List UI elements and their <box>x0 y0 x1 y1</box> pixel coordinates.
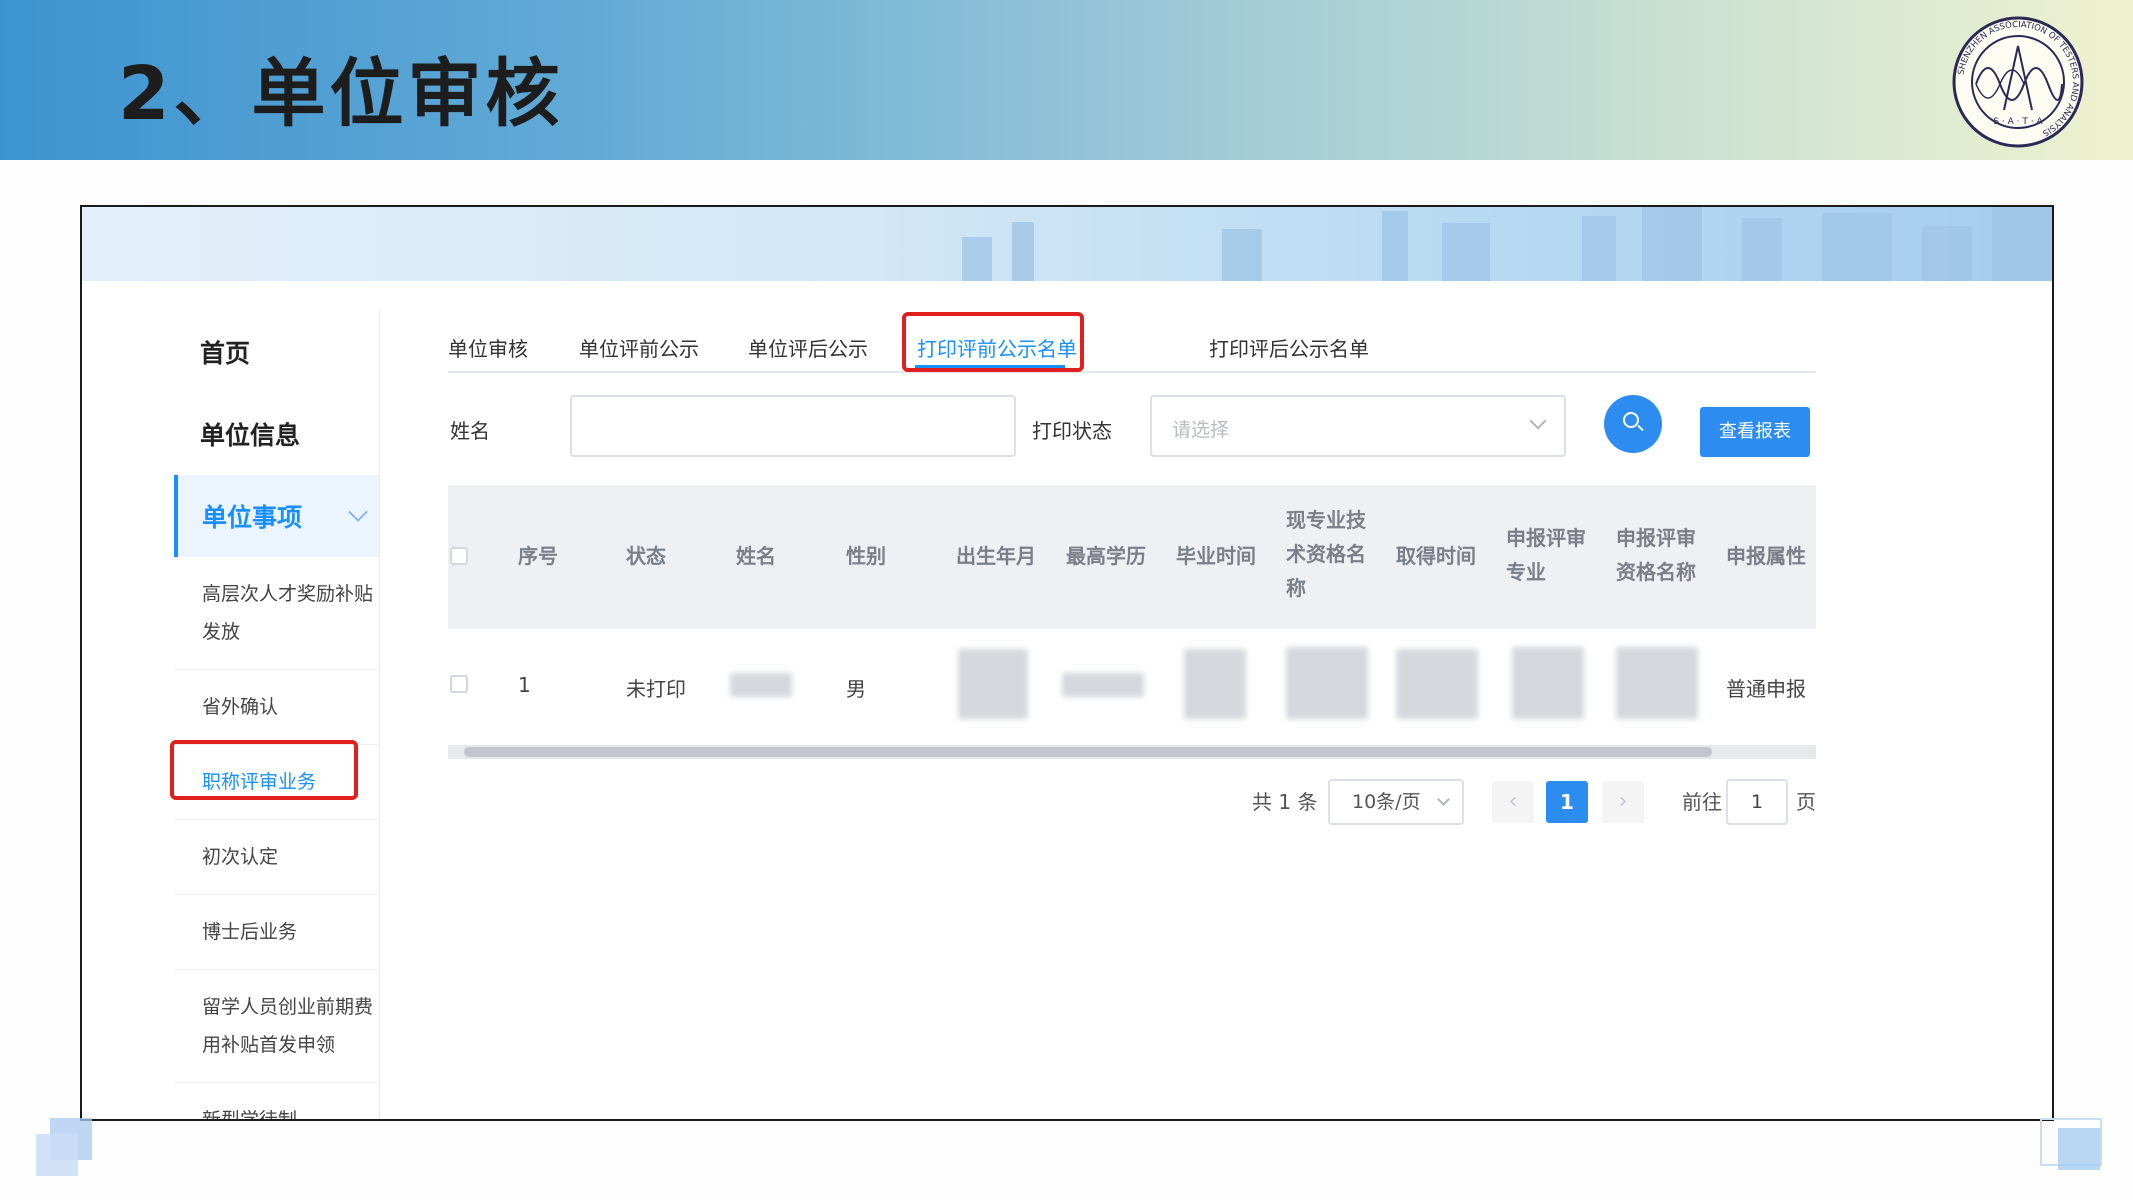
chevron-down-icon <box>1437 793 1450 806</box>
name-filter-label: 姓名 <box>450 419 490 443</box>
horizontal-scrollbar[interactable] <box>448 745 1816 759</box>
sidebar-item-unit-info[interactable]: 单位信息 <box>174 393 379 475</box>
skyline-building <box>1822 212 1892 281</box>
column-header: 姓名 <box>736 544 776 568</box>
redacted-qualification-name <box>1616 647 1698 719</box>
redacted-obtain-time <box>1396 649 1478 719</box>
skyline-building <box>1442 223 1490 281</box>
redacted-qualification <box>1286 647 1368 719</box>
tab-post-review-publicity[interactable]: 单位评后公示 <box>748 333 868 362</box>
total-count: 共 1 条 <box>1252 790 1318 814</box>
row-checkbox[interactable] <box>450 675 468 693</box>
skyline-building <box>962 236 992 281</box>
svg-text:S · A · T · A: S · A · T · A <box>1993 117 2043 127</box>
skyline-building <box>1992 207 2052 281</box>
redacted-birth-date <box>958 649 1028 719</box>
table-header: 序号 状态 姓名 性别 出生年月 最高学历 毕业时间 现专业技术资格名称 取得时… <box>448 485 1816 629</box>
next-page-button[interactable]: › <box>1602 781 1644 823</box>
redacted-name <box>730 673 792 697</box>
highlight-box-sidebar <box>170 740 358 800</box>
skyline-building <box>1582 215 1616 281</box>
skyline-building <box>1012 221 1034 281</box>
sidebar-item-home[interactable]: 首页 <box>174 311 379 393</box>
view-report-button[interactable]: 查看报表 <box>1700 407 1810 457</box>
page-size-value: 10条/页 <box>1352 791 1421 813</box>
slide-title: 2、单位审核 <box>118 51 564 137</box>
search-button[interactable] <box>1604 395 1662 453</box>
tab-unit-review[interactable]: 单位审核 <box>448 333 528 362</box>
decorative-square <box>2058 1128 2100 1170</box>
column-header: 性别 <box>846 544 886 568</box>
redacted-major <box>1512 647 1584 719</box>
cell-attribute: 普通申报 <box>1726 677 1806 701</box>
sidebar-subitem-initial-recognition[interactable]: 初次认定 <box>174 820 379 895</box>
redacted-education <box>1062 673 1144 697</box>
select-placeholder: 请选择 <box>1172 419 1230 441</box>
column-header: 出生年月 <box>956 544 1036 568</box>
skyline-building <box>1642 207 1702 281</box>
current-page-button[interactable]: 1 <box>1546 781 1588 823</box>
sidebar: 首页 单位信息 单位事项 高层次人才奖励补贴发放 省外确认 职称评审业务 初次认… <box>174 311 380 1119</box>
print-status-label: 打印状态 <box>1032 419 1112 443</box>
sidebar-subitem-overseas-startup[interactable]: 留学人员创业前期费用补贴首发申领 <box>174 970 379 1083</box>
skyline-building <box>1222 229 1262 281</box>
slide: 2、单位审核 SHENZHEN ASSOCIATION OF TESTERS A… <box>0 0 2133 1200</box>
sidebar-subitem-out-of-province[interactable]: 省外确认 <box>174 670 379 745</box>
sata-seal-icon: SHENZHEN ASSOCIATION OF TESTERS AND ANAL… <box>1952 16 2084 148</box>
column-header: 取得时间 <box>1396 544 1476 568</box>
highlight-box-tab <box>902 312 1084 372</box>
cell-gender: 男 <box>846 677 866 701</box>
tab-pre-review-publicity[interactable]: 单位评前公示 <box>579 333 699 362</box>
column-header: 申报属性 <box>1726 544 1806 568</box>
tab-print-post-review-list[interactable]: 打印评后公示名单 <box>1209 333 1369 362</box>
cell-index: 1 <box>518 673 531 697</box>
skyline-building <box>1382 210 1408 281</box>
column-header: 申报评审资格名称 <box>1616 526 1696 584</box>
sidebar-item-label: 单位事项 <box>202 503 303 532</box>
table-row[interactable]: 1 未打印 男 普通申报 <box>448 629 1816 741</box>
cell-status: 未打印 <box>626 677 686 701</box>
page-size-select[interactable]: 10条/页 <box>1328 779 1464 825</box>
scrollbar-thumb[interactable] <box>464 747 1712 757</box>
tab-bar: 单位审核 单位评前公示 单位评后公示 打印评前公示名单 打印评后公示名单 <box>448 317 1816 373</box>
page-suffix: 页 <box>1796 790 1816 814</box>
association-logo: SHENZHEN ASSOCIATION OF TESTERS AND ANAL… <box>1948 12 2088 152</box>
chevron-down-icon <box>1529 412 1547 430</box>
select-all-checkbox[interactable] <box>450 547 468 565</box>
column-header: 现专业技术资格名称 <box>1286 508 1366 600</box>
skyline-building <box>1922 225 1972 281</box>
column-header: 毕业时间 <box>1176 544 1256 568</box>
sidebar-subitem-postdoc[interactable]: 博士后业务 <box>174 895 379 970</box>
column-header: 最高学历 <box>1066 544 1146 568</box>
decorative-square <box>36 1134 78 1176</box>
skyline-building <box>1742 218 1782 281</box>
column-header: 序号 <box>518 544 558 568</box>
sidebar-subitem-apprenticeship[interactable]: 新型学徒制 <box>174 1083 379 1119</box>
portal-header <box>82 207 2052 281</box>
column-header: 申报评审专业 <box>1506 526 1586 584</box>
sidebar-subitem-talent-subsidy[interactable]: 高层次人才奖励补贴发放 <box>174 557 379 670</box>
redacted-graduation-time <box>1184 649 1246 719</box>
search-icon-handle <box>1637 424 1644 432</box>
chevron-down-icon <box>348 502 368 522</box>
column-header: 状态 <box>626 544 666 568</box>
goto-label: 前往 <box>1682 790 1722 814</box>
sidebar-item-unit-affairs[interactable]: 单位事项 <box>174 475 379 557</box>
print-status-select[interactable]: 请选择 <box>1150 395 1566 457</box>
portal-screenshot: 首页 单位信息 单位事项 高层次人才奖励补贴发放 省外确认 职称评审业务 初次认… <box>80 205 2054 1121</box>
goto-page-input[interactable]: 1 <box>1726 779 1788 825</box>
name-input[interactable] <box>570 395 1016 457</box>
prev-page-button[interactable]: ‹ <box>1492 781 1534 823</box>
